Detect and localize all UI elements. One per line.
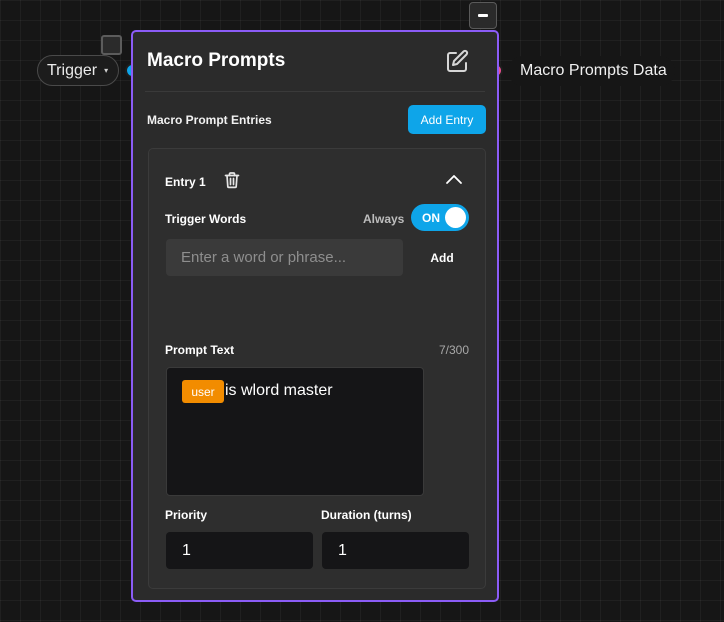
minus-icon xyxy=(478,14,488,17)
always-label: Always xyxy=(363,212,405,226)
prompt-text-content: is wlord master xyxy=(225,382,333,399)
header-divider xyxy=(145,91,485,92)
priority-label: Priority xyxy=(165,508,208,522)
prompt-text-editor[interactable]: user is wlord master xyxy=(166,367,424,496)
add-entry-button[interactable]: Add Entry xyxy=(408,105,486,134)
entries-section-label: Macro Prompt Entries xyxy=(147,113,272,127)
entry-card: Entry 1 Trigger Words Always ON Add Prom… xyxy=(148,148,486,589)
trigger-label: Trigger xyxy=(47,61,98,79)
node-title: Macro Prompts xyxy=(147,50,286,71)
collapse-button[interactable] xyxy=(469,2,497,29)
priority-input[interactable] xyxy=(166,532,313,569)
char-count: 7/300 xyxy=(438,343,469,357)
caret-down-icon: ▾ xyxy=(104,66,109,75)
output-label: Macro Prompts Data xyxy=(508,56,675,86)
trash-icon xyxy=(224,172,240,189)
node-select-checkbox[interactable] xyxy=(101,35,122,55)
trigger-word-input[interactable] xyxy=(166,239,403,276)
trigger-words-label: Trigger Words xyxy=(165,212,247,226)
toggle-state-text: ON xyxy=(422,211,440,225)
edit-button[interactable] xyxy=(444,49,470,75)
delete-entry-button[interactable] xyxy=(223,171,241,189)
output-label-text: Macro Prompts Data xyxy=(520,62,667,79)
user-tag[interactable]: user xyxy=(182,380,224,403)
duration-input[interactable] xyxy=(322,532,469,569)
trigger-input-selector[interactable]: Trigger ▾ xyxy=(37,55,119,86)
entry-title: Entry 1 xyxy=(165,175,206,189)
toggle-knob xyxy=(445,207,466,228)
duration-label: Duration (turns) xyxy=(321,508,412,522)
chevron-up-icon xyxy=(446,175,462,184)
collapse-entry-button[interactable] xyxy=(445,173,463,187)
add-word-button[interactable]: Add xyxy=(419,248,465,268)
always-toggle[interactable]: ON xyxy=(411,204,469,231)
prompt-text-label: Prompt Text xyxy=(165,343,235,357)
macro-prompts-node: Macro Prompts Macro Prompt Entries Add E… xyxy=(131,30,499,602)
edit-icon xyxy=(447,49,469,72)
